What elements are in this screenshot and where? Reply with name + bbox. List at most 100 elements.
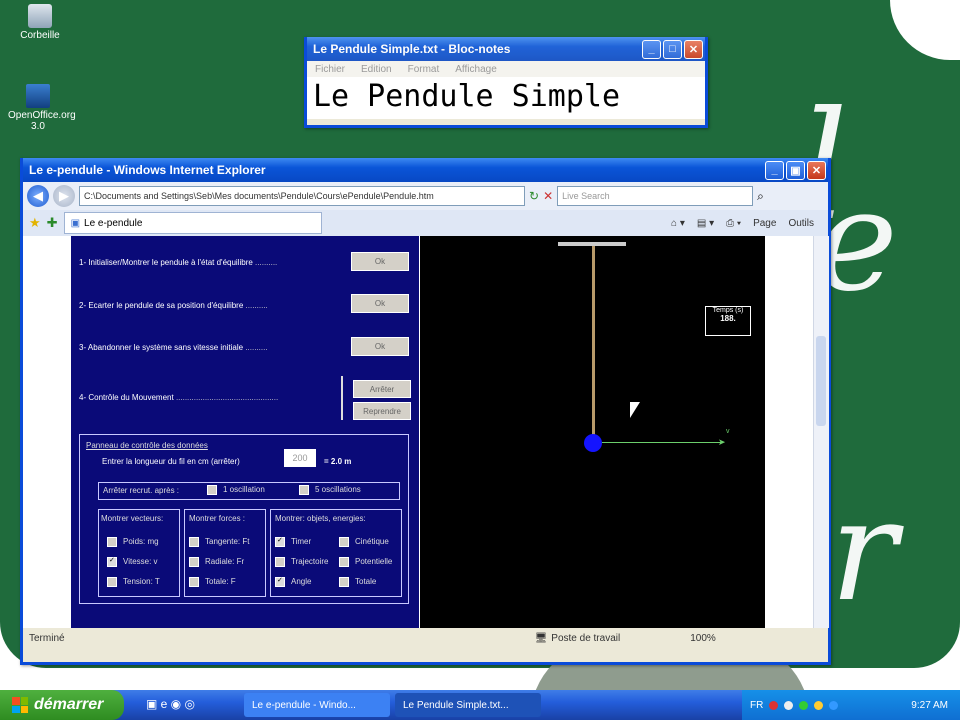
step-2-ok-button[interactable]: Ok xyxy=(351,294,409,313)
length-label: Entrer la longueur du fil en cm (arrêter… xyxy=(102,457,240,466)
option-label: Cinétique xyxy=(355,537,389,547)
tab-e-pendule[interactable]: ▣ Le e-pendule xyxy=(63,212,322,234)
close-button[interactable]: ✕ xyxy=(807,160,826,180)
forces-title: Montrer forces : xyxy=(189,514,246,523)
menu-view[interactable]: Affichage xyxy=(455,64,497,75)
page-icon: ▣ xyxy=(70,217,81,229)
notepad-window[interactable]: Le Pendule Simple.txt - Bloc-notes _ □ ✕… xyxy=(304,37,708,128)
checkbox[interactable] xyxy=(207,485,217,495)
pendulum-string xyxy=(592,246,595,442)
step-1-ok-button[interactable]: Ok xyxy=(351,252,409,271)
pendulum-bob[interactable] xyxy=(584,434,602,452)
tray-icon[interactable] xyxy=(784,700,794,710)
vector-velocity[interactable]: Vitesse: v xyxy=(107,557,158,567)
object-trajectory[interactable]: Trajectoire xyxy=(275,557,329,567)
force-tangent[interactable]: Tangente: Ft xyxy=(189,537,249,547)
menu-edit[interactable]: Edition xyxy=(361,64,392,75)
back-icon[interactable]: ◀ xyxy=(27,185,49,207)
checkbox[interactable] xyxy=(339,577,349,587)
tray-icon[interactable] xyxy=(769,700,779,710)
checkbox[interactable] xyxy=(339,557,349,567)
tray-icon[interactable] xyxy=(829,700,839,710)
notepad-menubar: Fichier Edition Format Affichage xyxy=(307,61,705,77)
page-menu[interactable]: Page xyxy=(753,218,776,229)
stop-option-1[interactable]: 1 oscillation xyxy=(207,485,265,495)
vertical-scrollbar[interactable] xyxy=(813,236,829,628)
search-input[interactable]: Live Search xyxy=(557,186,754,206)
timer-value: 188. xyxy=(720,314,736,323)
checkbox[interactable] xyxy=(275,537,285,547)
force-total[interactable]: Totale: F xyxy=(189,577,236,587)
length-input[interactable]: 200 xyxy=(284,449,316,467)
language-indicator[interactable]: FR xyxy=(750,700,763,711)
zoom-level[interactable]: 100% xyxy=(690,633,716,644)
start-button[interactable]: démarrer xyxy=(0,690,124,720)
desktop-icon-recycle-bin[interactable]: Corbeille xyxy=(10,4,70,41)
clock[interactable]: 9:27 AM xyxy=(911,700,960,711)
checkbox[interactable] xyxy=(189,577,199,587)
simulation-canvas[interactable]: ➤ v Temps (s) 188. xyxy=(420,236,765,628)
option-label: Poids: mg xyxy=(123,537,159,547)
option-label: Tension: T xyxy=(123,577,160,587)
checkbox[interactable] xyxy=(189,557,199,567)
tools-menu[interactable]: Outils xyxy=(788,218,814,229)
vector-weight[interactable]: Poids: mg xyxy=(107,537,159,547)
stop-button[interactable]: Arrêter xyxy=(353,380,411,398)
restore-button[interactable]: ▣ xyxy=(786,160,805,180)
tab-label: Le e-pendule xyxy=(84,217,143,229)
step-label: 2- Ecarter le pendule de sa position d'é… xyxy=(79,301,244,310)
maximize-button[interactable]: □ xyxy=(663,39,682,59)
checkbox[interactable] xyxy=(339,537,349,547)
notepad-titlebar[interactable]: Le Pendule Simple.txt - Bloc-notes _ □ ✕ xyxy=(307,37,705,61)
add-favorite-icon[interactable]: ✚ xyxy=(47,215,58,231)
minimize-button[interactable]: _ xyxy=(642,39,661,59)
tray-icon[interactable] xyxy=(814,700,824,710)
checkbox[interactable] xyxy=(275,577,285,587)
forward-icon[interactable]: ▶ xyxy=(53,185,75,207)
energy-total[interactable]: Totale xyxy=(339,577,376,587)
window-title: Le e-pendule - Windows Internet Explorer xyxy=(29,163,266,177)
desktop-icon-openoffice[interactable]: OpenOffice.org 3.0 xyxy=(8,84,76,132)
search-icon[interactable]: ⌕ xyxy=(757,189,764,204)
minimize-button[interactable]: _ xyxy=(765,160,784,180)
menu-format[interactable]: Format xyxy=(408,64,440,75)
option-label: 5 oscillations xyxy=(315,485,361,495)
energy-kinetic[interactable]: Cinétique xyxy=(339,537,389,547)
checkbox[interactable] xyxy=(107,537,117,547)
close-button[interactable]: ✕ xyxy=(684,39,703,59)
stop-option-5[interactable]: 5 oscillations xyxy=(299,485,361,495)
ie-titlebar[interactable]: Le e-pendule - Windows Internet Explorer… xyxy=(23,158,828,182)
resume-button[interactable]: Reprendre xyxy=(353,402,411,420)
energy-potential[interactable]: Potentielle xyxy=(339,557,392,567)
task-ie[interactable]: Le e-pendule - Windo... xyxy=(244,693,390,717)
velocity-label: v xyxy=(726,428,730,435)
task-notepad[interactable]: Le Pendule Simple.txt... xyxy=(395,693,541,717)
checkbox[interactable] xyxy=(275,557,285,567)
quicklaunch-icons[interactable]: ▣ e ◉ ◎ xyxy=(146,697,195,711)
tray-icon[interactable] xyxy=(799,700,809,710)
vector-tension[interactable]: Tension: T xyxy=(107,577,160,587)
menu-file[interactable]: Fichier xyxy=(315,64,345,75)
refresh-icon[interactable]: ↻ xyxy=(529,189,539,203)
checkbox[interactable] xyxy=(189,537,199,547)
stop-icon[interactable]: ✕ xyxy=(543,189,553,203)
checkbox[interactable] xyxy=(299,485,309,495)
vectors-box: Montrer vecteurs: Poids: mg Vitesse: v T… xyxy=(98,509,180,597)
step-3: 3- Abandonner le système sans vitesse in… xyxy=(79,343,268,352)
address-bar[interactable]: C:\Documents and Settings\Seb\Mes docume… xyxy=(79,186,525,206)
object-timer[interactable]: Timer xyxy=(275,537,311,547)
windows-logo-icon xyxy=(12,697,28,713)
print-icon[interactable]: ⎙ ▾ xyxy=(726,218,741,229)
object-angle[interactable]: Angle xyxy=(275,577,311,587)
checkbox[interactable] xyxy=(107,557,117,567)
favorites-star-icon[interactable]: ★ xyxy=(29,215,41,231)
notepad-text-area[interactable]: Le Pendule Simple xyxy=(307,77,705,119)
home-icon[interactable]: ⌂ ▾ xyxy=(671,218,685,229)
scrollbar-thumb[interactable] xyxy=(816,336,826,426)
step-3-ok-button[interactable]: Ok xyxy=(351,337,409,356)
feeds-icon[interactable]: ▤ ▾ xyxy=(697,218,714,229)
force-radial[interactable]: Radiale: Fr xyxy=(189,557,244,567)
checkbox[interactable] xyxy=(107,577,117,587)
openoffice-icon xyxy=(26,84,50,108)
ie-window[interactable]: Le e-pendule - Windows Internet Explorer… xyxy=(20,158,831,665)
